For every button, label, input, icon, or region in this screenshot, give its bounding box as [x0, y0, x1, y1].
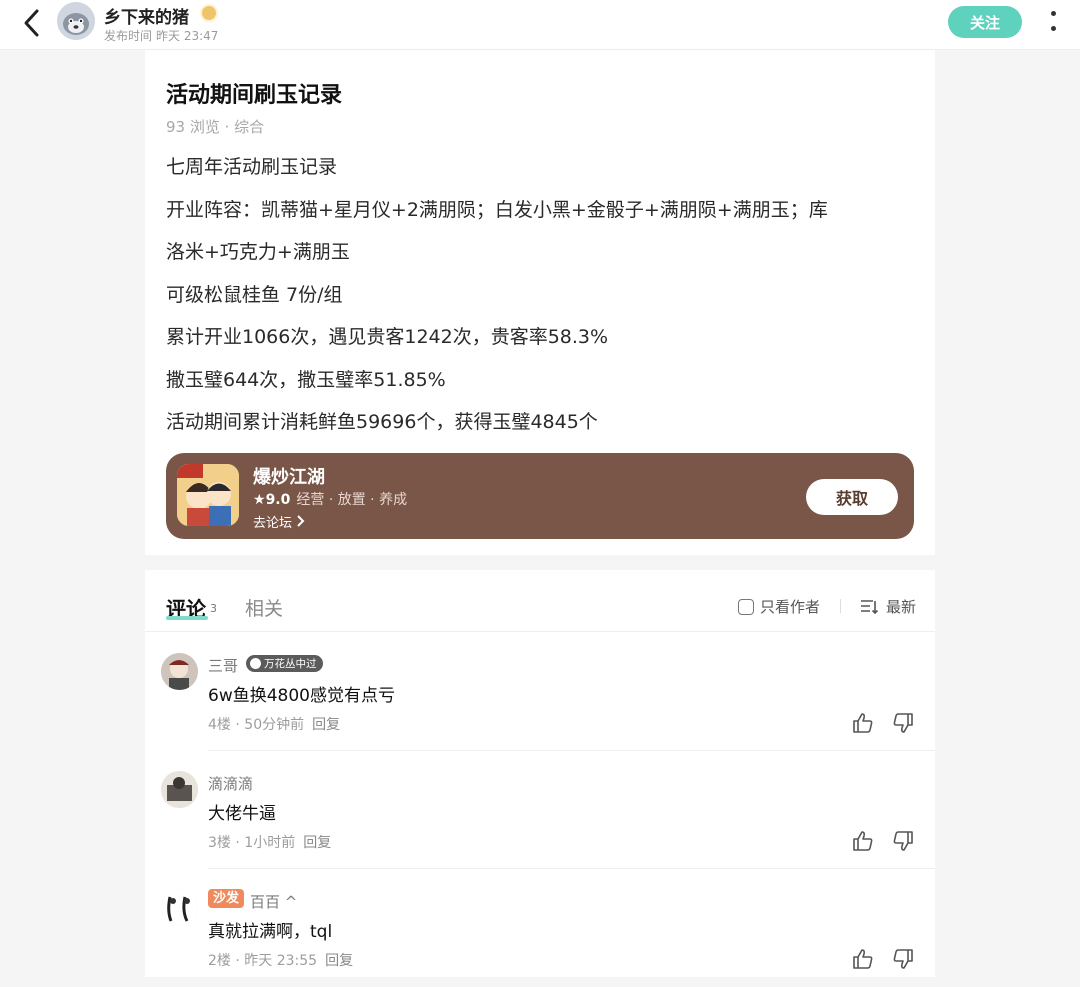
- game-tag: 经营: [296, 492, 325, 508]
- follow-button[interactable]: 关注: [948, 6, 1022, 38]
- badge-icon: [250, 658, 261, 669]
- back-arrow-icon[interactable]: [18, 6, 46, 40]
- sort-icon: [861, 599, 878, 614]
- divider: [840, 599, 841, 613]
- post-body: 七周年活动刷玉记录 开业阵容：凯蒂猫+星月仪+2满朋陨；白发小黑+金骰子+满朋陨…: [166, 146, 916, 444]
- reply-button[interactable]: 回复: [303, 835, 331, 851]
- post-meta: 93 浏览综合: [166, 116, 264, 137]
- reply-button[interactable]: 回复: [325, 953, 353, 969]
- get-game-button[interactable]: 获取: [806, 479, 898, 515]
- author-name[interactable]: 乡下来的猪: [104, 3, 189, 28]
- post-paragraph: 撒玉璧644次，撒玉璧率51.85%: [166, 368, 446, 391]
- active-tab-indicator: [166, 616, 208, 620]
- verified-badge-icon: [200, 4, 218, 22]
- post-paragraph: 开业阵容：凯蒂猫+星月仪+2满朋陨；白发小黑+金骰子+满朋陨+满朋玉；库: [166, 198, 828, 221]
- thumbs-up-icon[interactable]: [851, 711, 875, 735]
- post-paragraph: 累计开业1066次，遇见贵客1242次，贵客率58.3%: [166, 326, 609, 348]
- game-tags: ★9.0 经营放置养成: [253, 489, 407, 509]
- comment-meta: 2楼昨天 23:55回复: [208, 950, 353, 970]
- comment-text: 大佬牛逼: [208, 804, 276, 824]
- post-title: 活动期间刷玉记录: [166, 83, 343, 108]
- comment-meta: 4楼50分钟前回复: [208, 714, 340, 734]
- thumbs-up-icon[interactable]: [851, 947, 875, 971]
- commenter-name[interactable]: 百百 ^: [250, 891, 297, 912]
- sort-button[interactable]: 最新: [860, 596, 916, 617]
- comment-text: 6w鱼换4800感觉有点亏: [208, 686, 395, 706]
- checkbox-icon[interactable]: [738, 598, 754, 615]
- comment-item: 滴滴滴 大佬牛逼 3楼1小时前回复: [145, 751, 935, 869]
- thumbs-down-icon[interactable]: [891, 711, 915, 735]
- commenter-avatar[interactable]: [161, 889, 198, 926]
- post-paragraph: 七周年活动刷玉记录: [166, 156, 338, 178]
- thumbs-down-icon[interactable]: [891, 947, 915, 971]
- view-count: 93 浏览: [166, 118, 220, 136]
- comment-meta: 3楼1小时前回复: [208, 832, 331, 852]
- comments-section: 评论 3 相关 只看作者 最新 三哥 万花丛中过 6w鱼换4800感觉有点亏 4…: [145, 570, 935, 977]
- more-options-icon[interactable]: [1043, 8, 1063, 38]
- go-to-forum-link[interactable]: 去论坛: [253, 512, 306, 531]
- commenter-avatar[interactable]: [161, 653, 198, 690]
- sofa-badge: 沙发: [208, 889, 245, 908]
- game-tag: 放置: [324, 492, 365, 508]
- top-bar: 乡下来的猪 发布时间 昨天 23:47 关注: [0, 0, 1080, 50]
- game-app-icon: [177, 464, 239, 526]
- publish-time: 发布时间 昨天 23:47: [104, 29, 219, 43]
- post-paragraph: 洛米+巧克力+满朋玉: [166, 241, 350, 263]
- reply-button[interactable]: 回复: [312, 717, 340, 733]
- comment-item: 沙发 百百 ^ 真就拉满啊，tql 2楼昨天 23:55回复: [145, 869, 935, 987]
- comment-count: 3: [210, 602, 217, 615]
- user-title-badge: 万花丛中过: [246, 655, 323, 672]
- thumbs-down-icon[interactable]: [891, 829, 915, 853]
- post-paragraph: 活动期间累计消耗鲜鱼59696个，获得玉璧4845个: [166, 411, 598, 433]
- game-tag: 养成: [366, 492, 407, 508]
- comment-item: 三哥 万花丛中过 6w鱼换4800感觉有点亏 4楼50分钟前回复: [145, 633, 935, 751]
- commenter-avatar[interactable]: [161, 771, 198, 808]
- comment-text: 真就拉满啊，tql: [208, 922, 333, 942]
- commenter-name[interactable]: 滴滴滴: [208, 773, 253, 794]
- author-avatar[interactable]: [57, 2, 95, 40]
- only-author-toggle[interactable]: 只看作者: [738, 596, 820, 617]
- game-name: 爆炒江湖: [253, 467, 325, 488]
- commenter-name[interactable]: 三哥: [208, 655, 238, 676]
- comment-tabs: 评论 3 相关 只看作者 最新: [145, 570, 935, 632]
- post-paragraph: 可级松鼠桂鱼 7份/组: [166, 283, 343, 306]
- post-card: 活动期间刷玉记录 93 浏览综合 七周年活动刷玉记录 开业阵容：凯蒂猫+星月仪+…: [145, 50, 935, 555]
- game-rating: 9.0: [265, 492, 291, 508]
- thumbs-up-icon[interactable]: [851, 829, 875, 853]
- post-category: 综合: [220, 118, 264, 136]
- star-icon: ★: [253, 492, 266, 508]
- game-card[interactable]: 爆炒江湖 ★9.0 经营放置养成 去论坛 获取: [166, 453, 914, 539]
- chevron-right-icon: [297, 515, 305, 527]
- tab-related[interactable]: 相关: [245, 594, 283, 621]
